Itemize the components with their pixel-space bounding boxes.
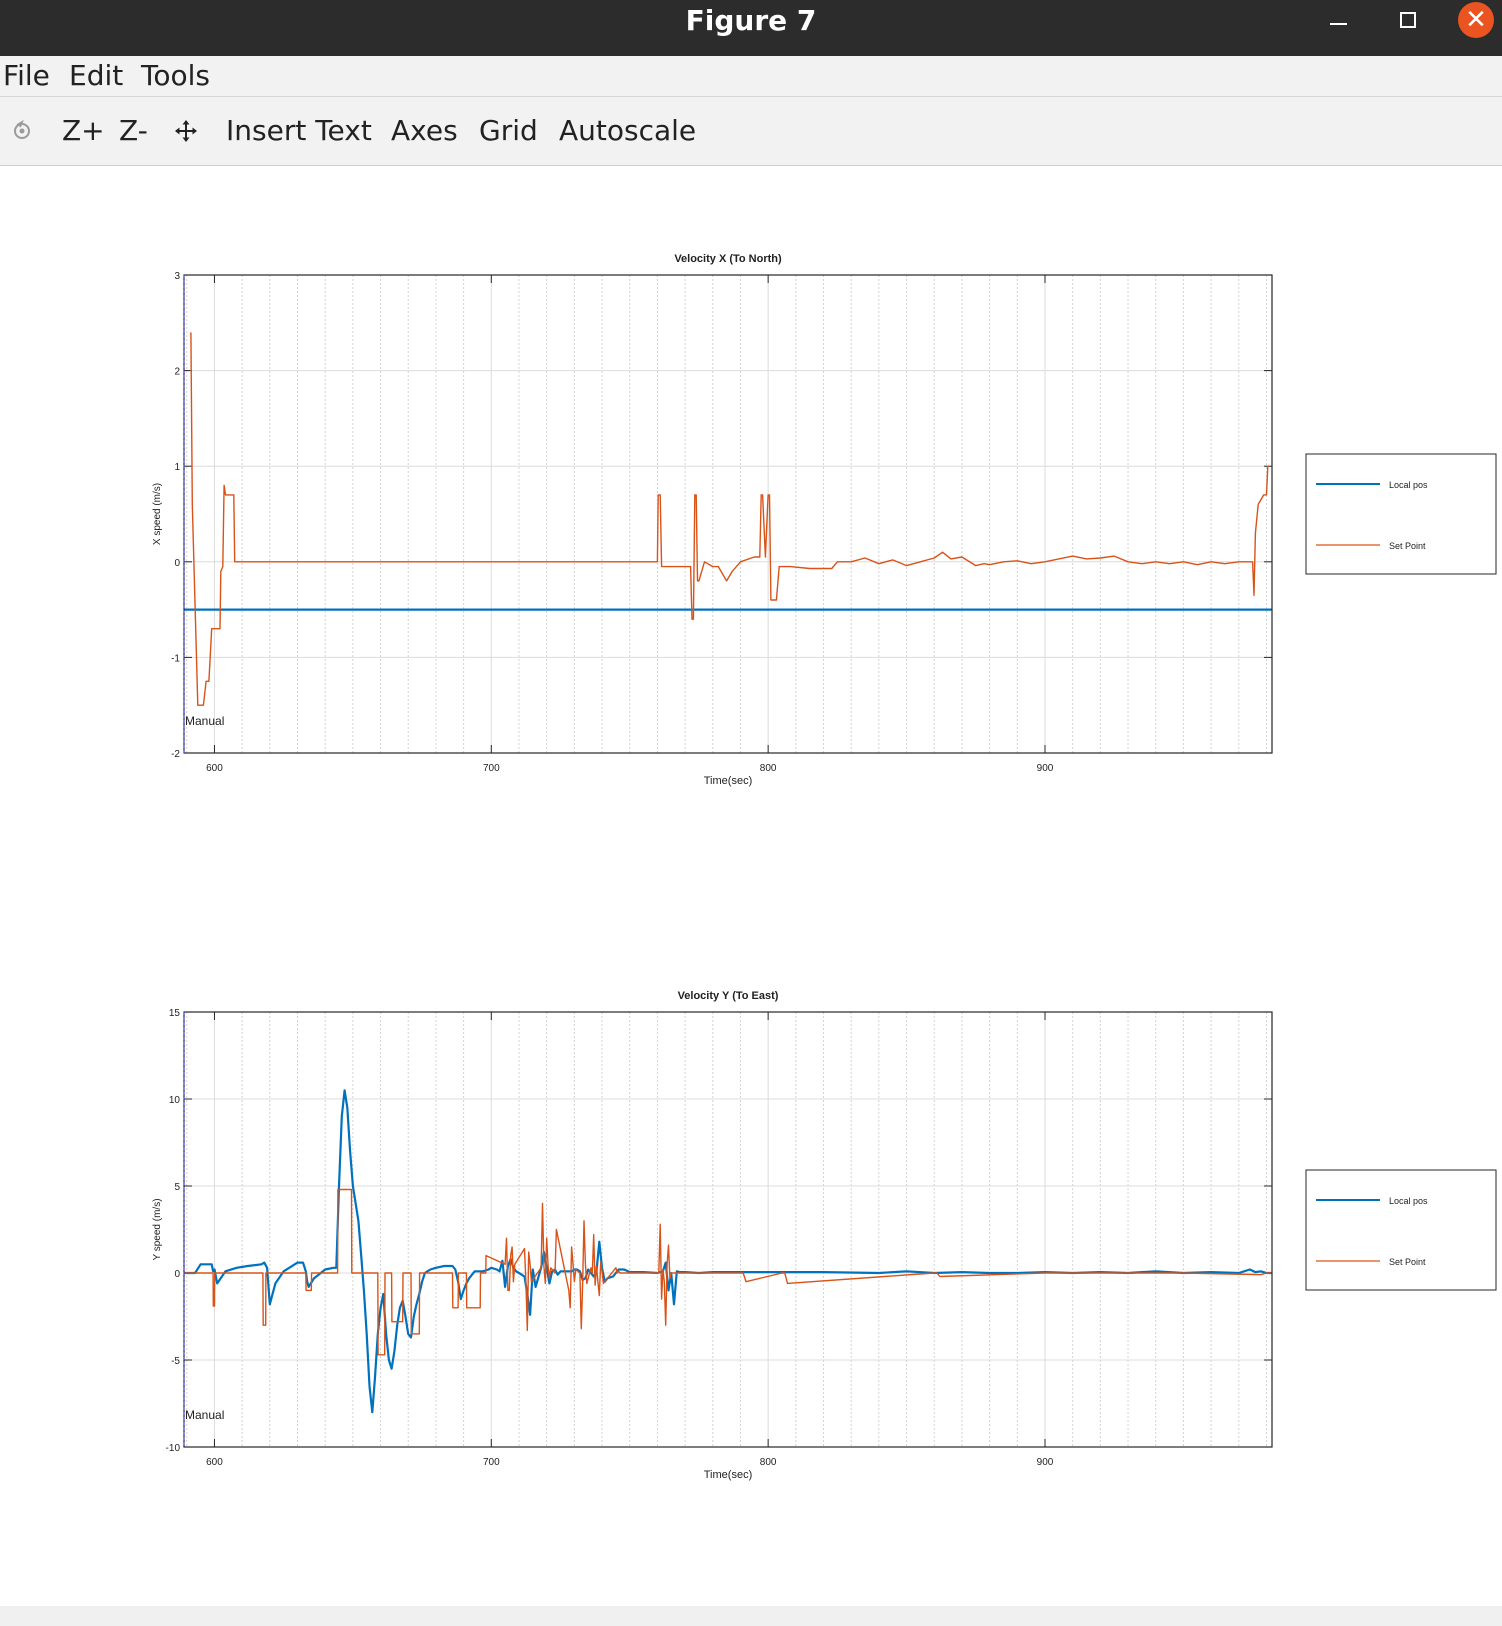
annotation-manual: Manual — [185, 1408, 224, 1422]
y-tick-label: -1 — [171, 653, 180, 664]
x-tick-label: 600 — [206, 763, 223, 774]
status-bar — [0, 1606, 1502, 1626]
pan-icon[interactable] — [172, 117, 200, 145]
legend-box — [1305, 453, 1497, 575]
plot-area — [184, 1012, 1272, 1447]
x-tick-label: 800 — [760, 1457, 777, 1468]
figure-canvas[interactable]: 600 700 800 900 -2 -1 0 1 2 3 Velocity X (To North… — [0, 166, 1502, 1606]
close-icon[interactable]: ✕ — [1458, 2, 1494, 38]
autoscale-button[interactable]: Autoscale — [559, 97, 696, 165]
legend-label: Local pos — [1389, 1196, 1428, 1206]
y-tick-label: 5 — [174, 1182, 180, 1193]
x-tick-label: 800 — [760, 763, 777, 774]
legend-box — [1305, 1169, 1497, 1291]
y-tick-label: -10 — [166, 1443, 181, 1454]
x-tick-label: 600 — [206, 1457, 223, 1468]
menu-tools[interactable]: Tools — [141, 56, 210, 96]
minimize-icon[interactable] — [1318, 0, 1362, 42]
chart-title: Velocity Y (To East) — [678, 990, 779, 1002]
y-tick-label: 2 — [174, 367, 180, 378]
chart-1: 600 700 800 900 -2 -1 0 1 2 3 Velocity X (To North… — [152, 253, 1497, 787]
rotate-icon[interactable] — [8, 117, 36, 145]
x-axis-label: Time(sec) — [704, 775, 752, 787]
y-tick-label: -2 — [171, 749, 180, 760]
y-tick-label: 3 — [174, 271, 180, 282]
legend-label: Set Point — [1389, 541, 1426, 551]
x-tick-label: 900 — [1037, 763, 1054, 774]
maximize-icon[interactable] — [1386, 0, 1430, 42]
figure-plots: 600 700 800 900-2-10123Velocity X (To North… — [152, 253, 1497, 1481]
toolbar: Z+ Z- Insert Text Axes Grid Autoscale — [0, 97, 1502, 166]
chart-2: 600 700 800 900 -10 -5 0 5 10 15 Velocity Y (To Ea… — [152, 990, 1497, 1481]
y-axis-label: X speed (m/s) — [152, 483, 163, 545]
y-axis-label: Y speed (m/s) — [152, 1198, 163, 1260]
y-tick-label: 10 — [169, 1095, 181, 1106]
axes-button[interactable]: Axes — [391, 97, 458, 165]
legend-label: Local pos — [1389, 480, 1428, 490]
zoom-in-button[interactable]: Z+ — [62, 97, 105, 165]
x-axis-label: Time(sec) — [704, 1469, 752, 1481]
annotation-manual: Manual — [185, 714, 224, 728]
menubar: File Edit Tools — [0, 56, 1502, 97]
y-tick-label: 15 — [169, 1008, 181, 1019]
x-tick-label: 700 — [483, 1457, 500, 1468]
window-title: Figure 7 — [685, 4, 817, 37]
grid-button[interactable]: Grid — [479, 97, 538, 165]
plot-area — [184, 275, 1272, 753]
legend-label: Set Point — [1389, 1257, 1426, 1267]
zoom-out-button[interactable]: Z- — [119, 97, 148, 165]
menu-file[interactable]: File — [3, 56, 50, 96]
x-tick-label: 700 — [483, 763, 500, 774]
insert-text-button[interactable]: Insert Text — [226, 97, 372, 165]
window-titlebar: Figure 7 ✕ — [0, 0, 1502, 56]
y-tick-label: 0 — [174, 1269, 180, 1280]
y-tick-label: -5 — [171, 1356, 180, 1367]
x-tick-label: 900 — [1037, 1457, 1054, 1468]
y-tick-label: 1 — [174, 462, 180, 473]
menu-edit[interactable]: Edit — [69, 56, 123, 96]
chart-title: Velocity X (To North) — [674, 253, 782, 265]
y-tick-label: 0 — [174, 558, 180, 569]
